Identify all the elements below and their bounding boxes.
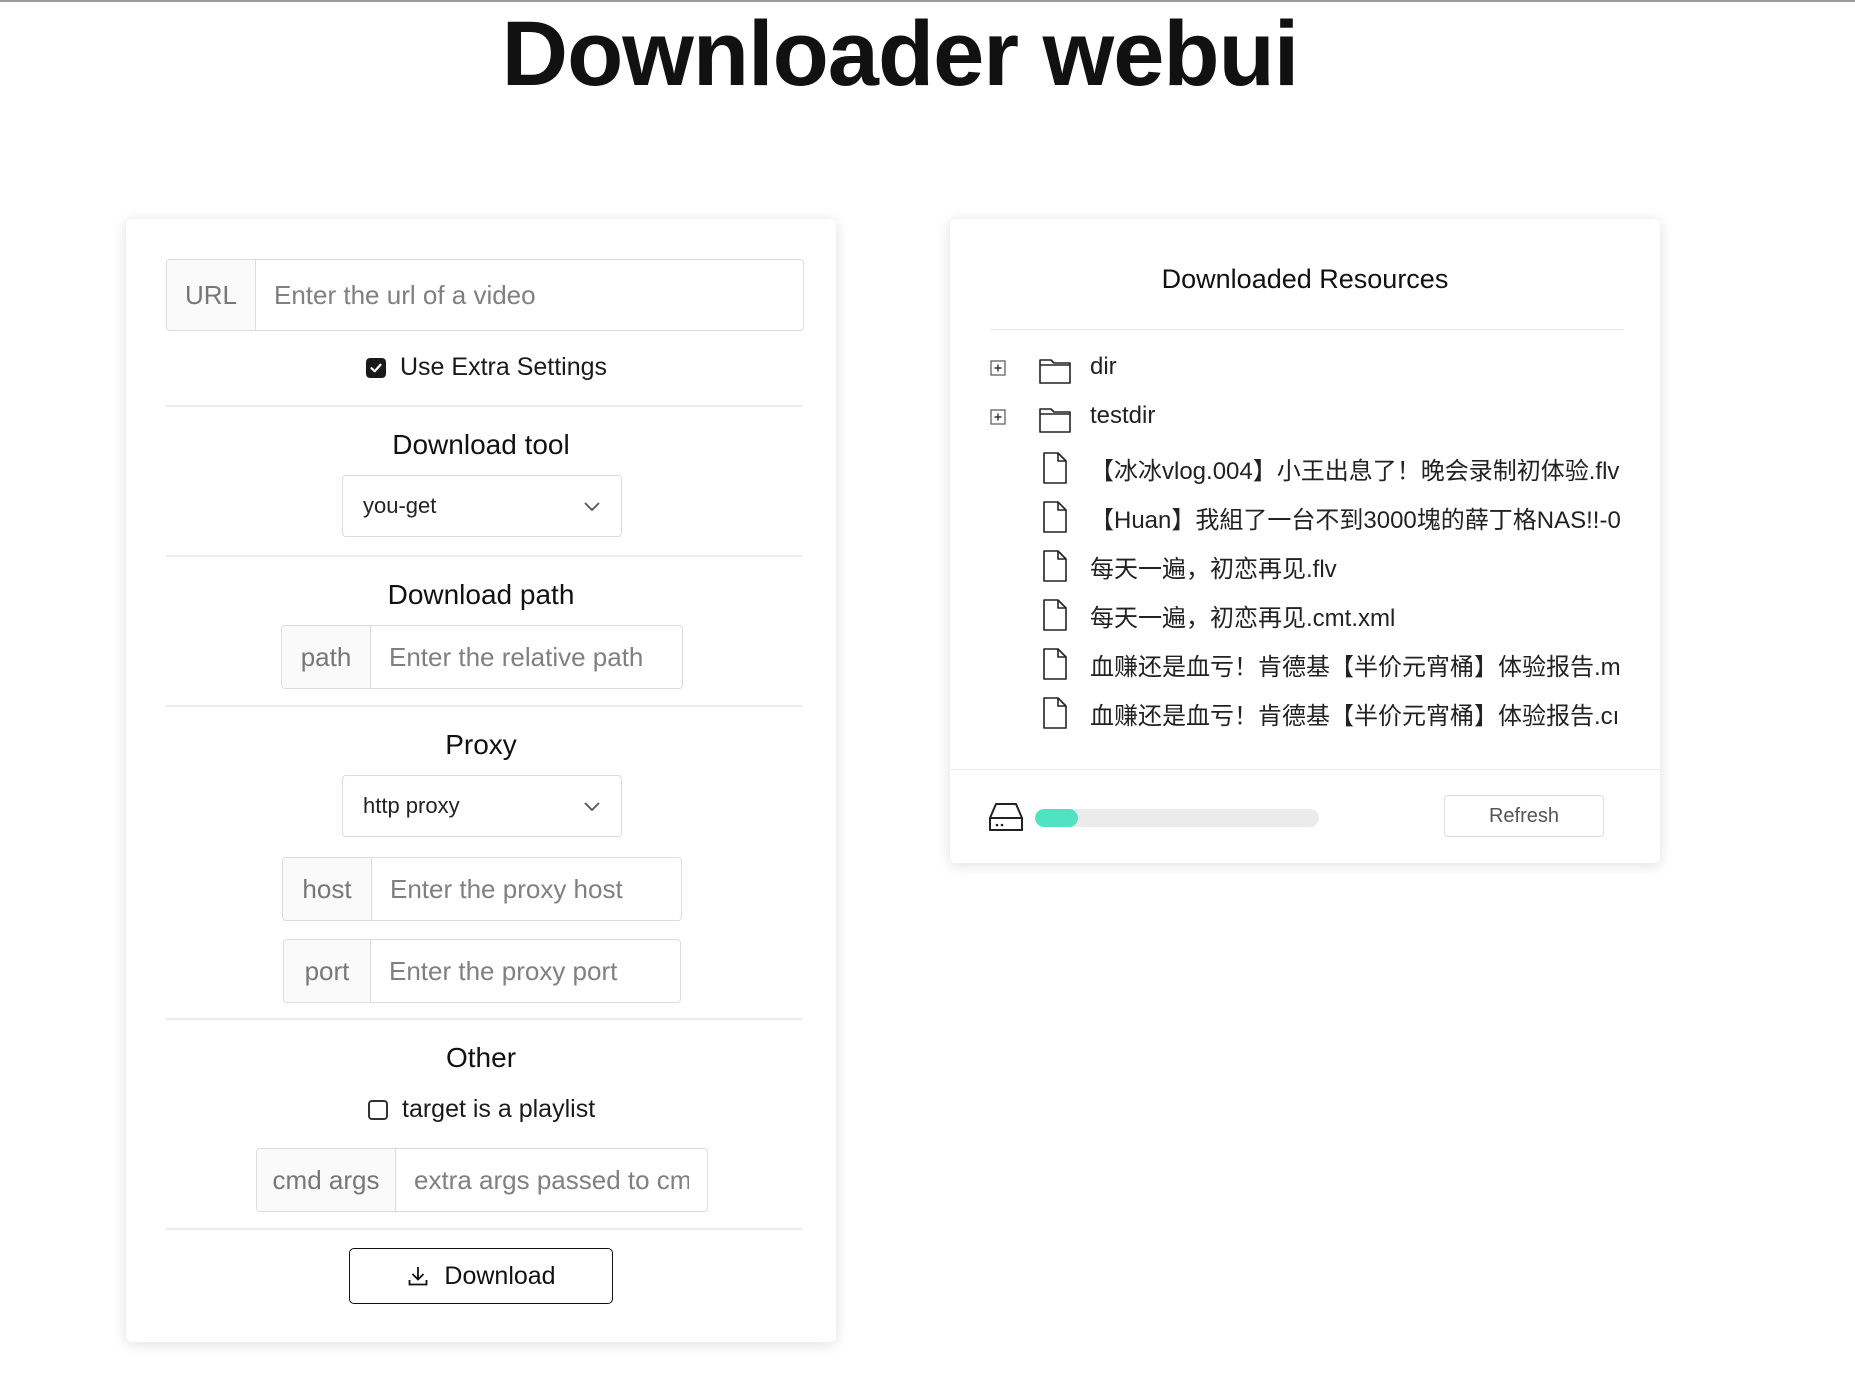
download-button[interactable]: Download: [349, 1248, 613, 1304]
chevron-down-icon: [584, 502, 600, 512]
tree-item-name: dir: [1090, 353, 1117, 380]
resources-title: Downloaded Resources: [1161, 264, 1449, 294]
proxy-title: Proxy: [445, 729, 517, 760]
file-icon: [1043, 599, 1067, 631]
checkbox-checked-icon[interactable]: [366, 357, 386, 378]
url-input-group: URL: [166, 259, 804, 331]
disk-usage-fill: [1035, 809, 1078, 827]
file-icon: [1043, 697, 1067, 729]
url-addon-label: URL: [167, 260, 256, 330]
file-icon: [1043, 648, 1067, 680]
host-addon-label: host: [283, 858, 372, 920]
tree-item-name: 血赚还是血亏！肯德基【半价元宵桶】体验报告.cı: [1090, 703, 1620, 730]
folder-icon: [1039, 408, 1071, 433]
download-button-label: Download: [444, 1261, 556, 1290]
tree-item-name: 【Huan】我組了一台不到3000塊的薛丁格NAS!!-0: [1090, 507, 1621, 534]
divider: [166, 405, 802, 407]
resources-tree: dir testdir 【冰冰vlog.004】小王出息了！晚会录制初体验.fl…: [990, 343, 1623, 735]
download-icon: [409, 1267, 428, 1286]
proxy-value: http proxy: [363, 793, 460, 818]
tree-item-name: 每天一遍，初恋再见.flv: [1090, 556, 1337, 583]
file-icon: [1043, 550, 1067, 582]
proxy-host-input-group: host: [282, 857, 682, 921]
tree-file-row[interactable]: 血赚还是血亏！肯德基【半价元宵桶】体验报告.cı: [990, 686, 1623, 735]
cmd-args-input[interactable]: [396, 1149, 707, 1211]
file-icon: [1043, 452, 1067, 484]
checkbox-unchecked-icon[interactable]: [368, 1099, 388, 1120]
proxy-select[interactable]: http proxy: [342, 775, 622, 837]
cmd-args-input-group: cmd args: [256, 1148, 708, 1212]
download-form-card: URL Use Extra Settings Download tool you…: [126, 219, 836, 1342]
folder-icon: [1039, 359, 1071, 384]
tree-folder-row[interactable]: testdir: [990, 392, 1623, 441]
refresh-button[interactable]: Refresh: [1444, 795, 1604, 837]
divider: [990, 329, 1623, 330]
port-addon-label: port: [284, 940, 371, 1002]
footer-divider: [950, 769, 1660, 770]
path-addon-label: path: [282, 626, 371, 688]
plus-square-icon[interactable]: [990, 409, 1006, 425]
download-tool-title: Download tool: [392, 429, 570, 460]
proxy-port-input-group: port: [283, 939, 681, 1003]
download-tool-select[interactable]: you-get: [342, 475, 622, 537]
page-title: Downloader webui: [501, 3, 1300, 105]
use-extra-settings-label: Use Extra Settings: [400, 353, 608, 381]
tree-item-name: 每天一遍，初恋再见.cmt.xml: [1090, 605, 1396, 632]
proxy-port-input[interactable]: [371, 940, 680, 1002]
downloaded-resources-card: Downloaded Resources dir testdir 【冰冰vlog…: [950, 219, 1660, 863]
tree-file-row[interactable]: 血赚还是血亏！肯德基【半价元宵桶】体验报告.m: [990, 637, 1623, 686]
divider: [166, 1018, 802, 1020]
url-input[interactable]: [256, 260, 803, 330]
divider: [166, 1228, 802, 1230]
playlist-checkbox[interactable]: target is a playlist: [368, 1095, 595, 1124]
path-input-group: path: [281, 625, 683, 689]
tree-file-row[interactable]: 每天一遍，初恋再见.cmt.xml: [990, 588, 1623, 637]
use-extra-settings-checkbox[interactable]: Use Extra Settings: [366, 353, 607, 382]
cmd-args-addon-label: cmd args: [257, 1149, 396, 1211]
disk-usage-bar: [1035, 809, 1319, 827]
tree-folder-row[interactable]: dir: [990, 343, 1623, 392]
divider: [166, 705, 802, 707]
tree-item-name: 血赚还是血亏！肯德基【半价元宵桶】体验报告.m: [1090, 654, 1621, 681]
divider: [166, 555, 802, 557]
tree-item-name: testdir: [1090, 402, 1156, 429]
other-title: Other: [445, 1042, 517, 1073]
download-path-title: Download path: [387, 579, 575, 610]
playlist-label: target is a playlist: [402, 1095, 596, 1123]
tree-file-row[interactable]: 【冰冰vlog.004】小王出息了！晚会录制初体验.flv: [990, 441, 1623, 490]
proxy-host-input[interactable]: [372, 858, 681, 920]
file-icon: [1043, 501, 1067, 533]
tree-file-row[interactable]: 每天一遍，初恋再见.flv: [990, 539, 1623, 588]
hard-drive-icon: [989, 803, 1023, 831]
path-input[interactable]: [371, 626, 682, 688]
tree-item-name: 【冰冰vlog.004】小王出息了！晚会录制初体验.flv: [1090, 458, 1620, 485]
tree-file-row[interactable]: 【Huan】我組了一台不到3000塊的薛丁格NAS!!-0: [990, 490, 1623, 539]
chevron-down-icon: [584, 802, 600, 812]
plus-square-icon[interactable]: [990, 360, 1006, 376]
download-tool-value: you-get: [363, 493, 437, 518]
